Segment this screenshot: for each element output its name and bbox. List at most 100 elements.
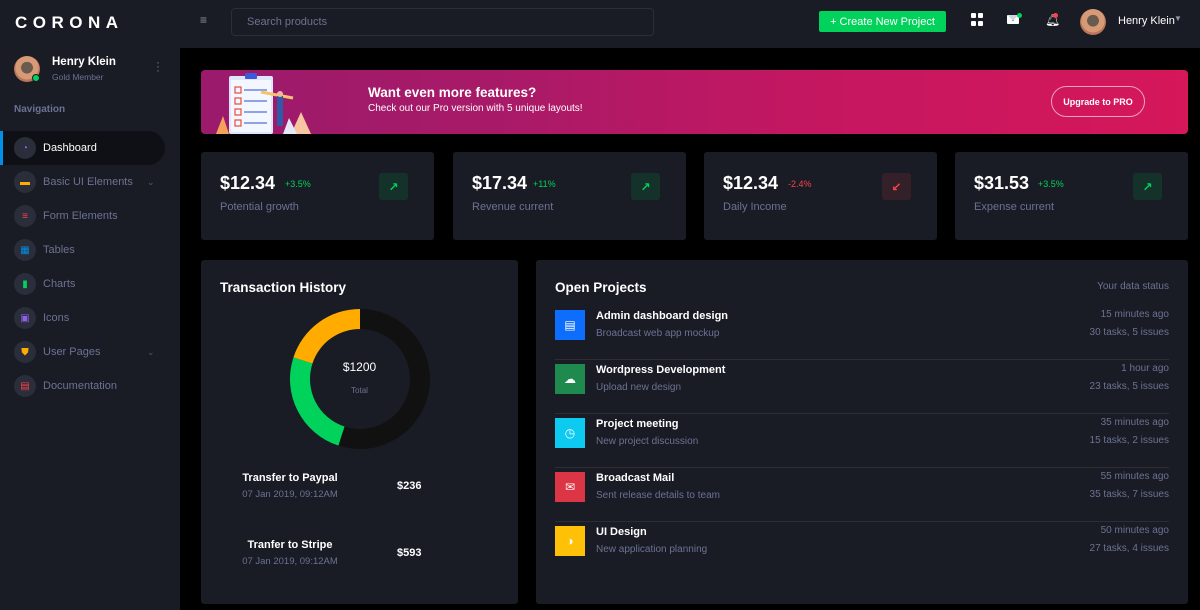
user-name[interactable]: Henry Klein	[1118, 15, 1175, 27]
project-time: 35 minutes ago	[1100, 417, 1169, 428]
email-open-icon: ✉	[555, 472, 585, 502]
project-title: Wordpress Development	[596, 364, 726, 376]
sidebar-nav: ◔ Dashboard ▬ Basic UI Elements ⌄ ≡ Form Eleme…	[0, 131, 180, 403]
open-projects-card: Open Projects Your data status ▤ Admin da…	[536, 260, 1188, 604]
data-status-label: Your data status	[1097, 281, 1169, 292]
create-project-button[interactable]: + Create New Project	[819, 11, 946, 32]
project-list-item[interactable]: ◷ Project meeting New project discussion 35…	[555, 414, 1169, 468]
stat-change: +3.5%	[1038, 179, 1064, 189]
project-title: Project meeting	[596, 418, 679, 430]
upgrade-button[interactable]: Upgrade to PRO	[1051, 86, 1145, 117]
stat-label: Expense current	[974, 201, 1055, 213]
sidebar-item-icons[interactable]: ▣ Icons	[0, 301, 165, 335]
sidebar: CORONA Henry Klein Gold Member · · · Navig…	[0, 0, 180, 610]
stat-card: $31.53 +3.5% Expense current ↗	[955, 152, 1188, 240]
sidebar-item-charts[interactable]: ▮ Charts	[0, 267, 165, 301]
sidebar-item-label: Charts	[43, 278, 76, 290]
project-time: 1 hour ago	[1121, 363, 1169, 374]
stat-value: $31.53	[974, 173, 1030, 193]
clipboard-illustration-icon	[216, 73, 311, 134]
sidebar-item-label: Form Elements	[43, 210, 118, 222]
sidebar-item-label: Documentation	[43, 380, 117, 392]
stat-label: Potential growth	[220, 201, 299, 213]
arrow-top-right-icon: ↗	[1133, 173, 1162, 200]
transaction-donut-chart	[290, 309, 430, 449]
caret-down-icon[interactable]: ▼	[1174, 14, 1182, 23]
grid-icon[interactable]	[971, 13, 985, 27]
sidebar-item-form-elements[interactable]: ≡ Form Elements	[0, 199, 165, 233]
project-list-item[interactable]: ▤ Admin dashboard design Broadcast web app…	[555, 306, 1169, 360]
transaction-date: 07 Jan 2019, 09:12AM	[242, 489, 338, 500]
sidebar-item-documentation[interactable]: ▤ Documentation	[0, 369, 165, 403]
chevron-down-icon[interactable]: ⌄	[147, 177, 155, 188]
sidebar-item-label: Basic UI Elements	[43, 176, 133, 188]
table-icon: ▦	[14, 239, 36, 261]
project-subtitle: New project discussion	[596, 436, 699, 447]
chevron-down-icon[interactable]: ⌄	[147, 347, 155, 358]
project-subtitle: Upload new design	[596, 382, 682, 393]
banner-subtitle: Check out our Pro version with 5 unique …	[368, 103, 583, 114]
nav-heading: Navigation	[14, 104, 66, 115]
transaction-row: Transfer to Paypal 07 Jan 2019, 09:12AM $2…	[201, 472, 518, 512]
arrow-bottom-left-icon: ↙	[882, 173, 911, 200]
top-navbar: ≡ + Create New Project 🔔︎ Henry Klein ▼	[180, 0, 1200, 48]
brand-logo[interactable]: CORONA	[15, 13, 124, 33]
chart-bar-icon: ▮	[14, 273, 36, 295]
donut-slice-1[interactable]	[338, 309, 430, 449]
avatar[interactable]	[1080, 9, 1106, 35]
sidebar-item-basic-ui-elements[interactable]: ▬ Basic UI Elements ⌄	[0, 165, 165, 199]
project-list-item[interactable]: ✉ Broadcast Mail Sent release details to t…	[555, 468, 1169, 522]
stat-card: $12.34 -2.4% Daily Income ↙	[704, 152, 937, 240]
project-subtitle: Sent release details to team	[596, 490, 720, 501]
project-title: Broadcast Mail	[596, 472, 675, 484]
profile-role: Gold Member	[52, 72, 104, 82]
card-title: Transaction History	[220, 280, 347, 295]
project-list-item[interactable]: ◑ UI Design New application planning 50 min…	[555, 522, 1169, 576]
project-time: 55 minutes ago	[1100, 471, 1169, 482]
profile-name: Henry Klein	[52, 56, 116, 68]
stat-change: -2.4%	[788, 179, 812, 189]
transaction-amount: $593	[397, 547, 422, 559]
stat-card: $17.34 +11% Revenue current ↗	[453, 152, 686, 240]
contacts-icon: ▣	[14, 307, 36, 329]
online-status-dot	[32, 74, 40, 82]
donut-total-label: Total	[351, 386, 368, 395]
project-title: UI Design	[596, 526, 647, 538]
playlist-play-icon: ≡	[14, 205, 36, 227]
promo-banner: Want even more features? Check out our P…	[201, 70, 1188, 134]
sidebar-item-tables[interactable]: ▦ Tables	[0, 233, 165, 267]
sidebar-item-label: Dashboard	[43, 142, 97, 154]
sidebar-item-label: Icons	[43, 312, 70, 324]
file-document-icon: ▤	[14, 375, 36, 397]
stat-value: $17.34	[472, 173, 528, 193]
sidebar-item-dashboard[interactable]: ◔ Dashboard	[0, 131, 165, 165]
project-tasks: 27 tasks, 4 issues	[1089, 543, 1169, 554]
laptop-icon: ▬	[14, 171, 36, 193]
project-subtitle: New application planning	[596, 544, 708, 555]
stat-label: Daily Income	[723, 201, 787, 213]
stat-value: $12.34	[220, 173, 276, 193]
donut-slice-3[interactable]	[293, 309, 360, 364]
donut-total-value: $1200	[342, 360, 377, 374]
chart-pie-icon: ◑	[555, 526, 585, 556]
search-input[interactable]	[231, 8, 654, 36]
menu-toggle-icon[interactable]: ≡	[200, 13, 210, 27]
project-tasks: 35 tasks, 7 issues	[1089, 489, 1169, 500]
security-icon: ⛊	[14, 341, 36, 363]
clock-icon: ◷	[555, 418, 585, 448]
project-list: ▤ Admin dashboard design Broadcast web app…	[555, 306, 1169, 576]
stat-card: $12.34 +3.5% Potential growth ↗	[201, 152, 434, 240]
transaction-amount: $236	[397, 480, 422, 492]
stat-label: Revenue current	[472, 201, 554, 213]
more-vertical-icon[interactable]: · · ·	[155, 56, 161, 76]
project-subtitle: Broadcast web app mockup	[596, 328, 720, 339]
sidebar-item-user-pages[interactable]: ⛊ User Pages ⌄	[0, 335, 165, 369]
sidebar-item-label: Tables	[43, 244, 75, 256]
banner-title: Want even more features?	[368, 85, 537, 100]
stat-change: +3.5%	[285, 179, 311, 189]
project-list-item[interactable]: ☁ Wordpress Development Upload new design 1…	[555, 360, 1169, 414]
file-document-icon: ▤	[555, 310, 585, 340]
project-time: 15 minutes ago	[1100, 309, 1169, 320]
speedometer-icon: ◔	[14, 137, 36, 159]
transaction-name: Transfer to Paypal	[242, 472, 338, 484]
